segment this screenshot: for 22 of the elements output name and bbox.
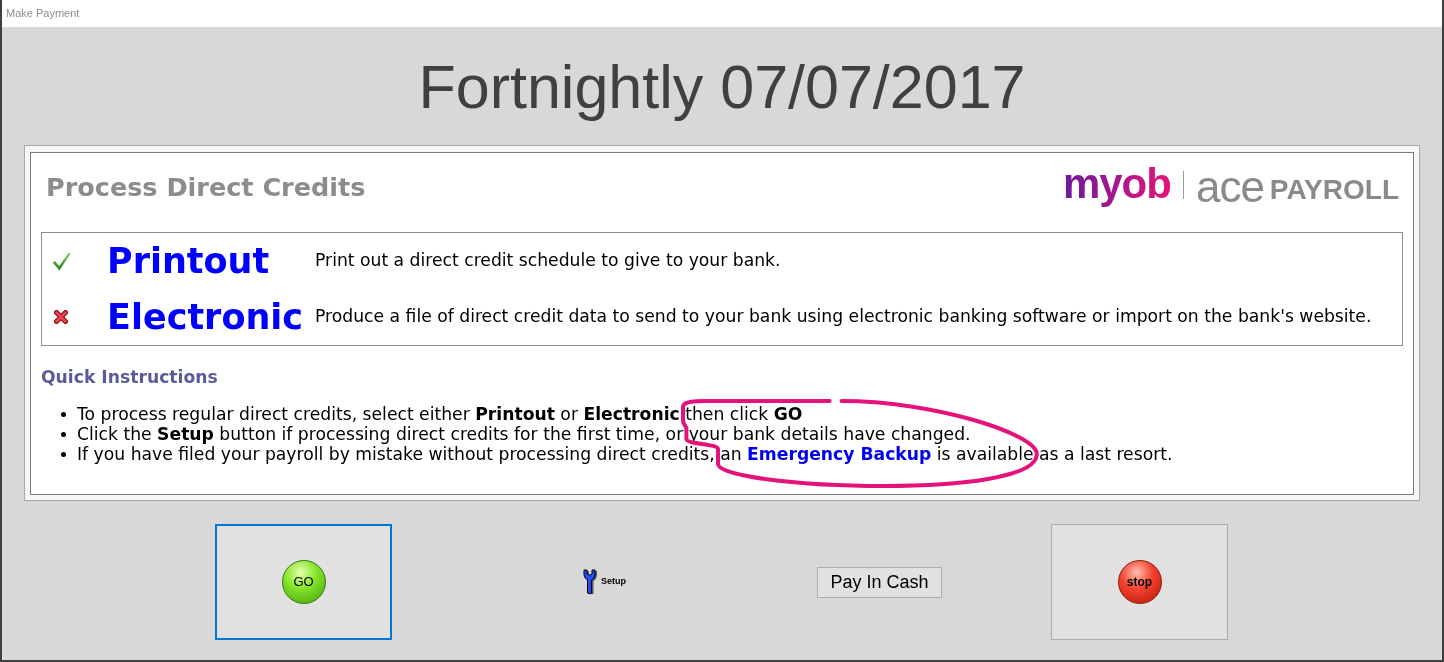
emergency-backup-link[interactable]: Emergency Backup (747, 444, 932, 464)
setup-button[interactable]: Setup (583, 569, 629, 595)
option-label[interactable]: Printout (107, 241, 315, 281)
pay-in-cash-button[interactable]: Pay In Cash (817, 566, 942, 598)
stop-button[interactable]: stop (1051, 524, 1228, 640)
instruction-text: To process regular direct credits, select either Printout or Electronic then click GO (77, 404, 803, 424)
logo-product-name: ace (1195, 165, 1264, 209)
instructions-title: Quick Instructions (41, 367, 218, 387)
panel-title: Process Direct Credits (46, 170, 366, 204)
option-description: Print out a direct credit schedule to give to your bank. (315, 249, 781, 273)
bullet-icon (61, 431, 66, 437)
logo-product-suffix: PAYROLL (1269, 176, 1399, 204)
option-description: Produce a file of direct credit data to send to your bank using electronic banking software or import on the bank's website. (315, 305, 1372, 329)
bullet-icon (61, 451, 66, 457)
option-label[interactable]: Electronic (107, 297, 315, 337)
instruction-text: If you have filed your payroll by mistake without processing direct credits, an Emergency Backup is available as a last resort. (77, 444, 1173, 464)
bullet-icon (61, 411, 66, 417)
wrench-icon (583, 569, 599, 595)
instruction-text: Click the Setup button if processing direct credits for the first time, or your bank details have changed. (77, 424, 971, 444)
go-button[interactable]: GO (215, 524, 392, 640)
page-heading: Fortnightly 07/07/2017 (418, 52, 1026, 122)
window-title: Make Payment (6, 6, 80, 22)
